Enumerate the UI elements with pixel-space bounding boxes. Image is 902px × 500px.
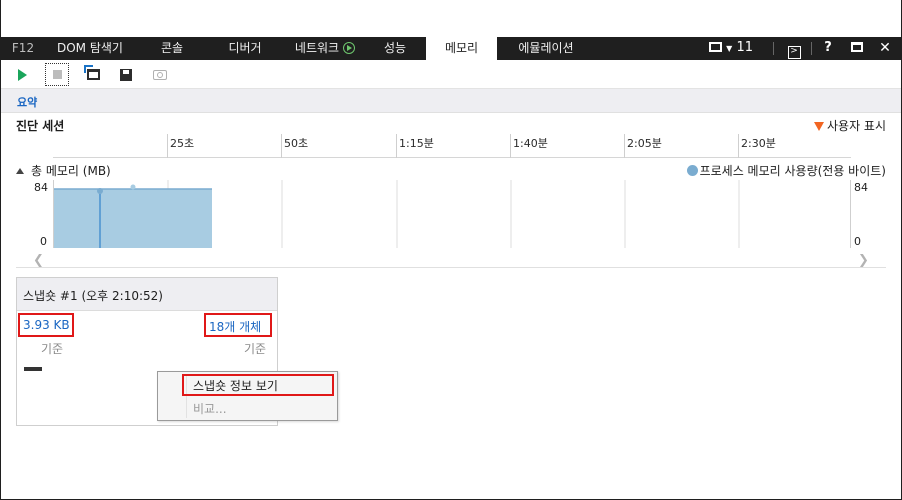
snapshot-context-menu: 스냅숏 정보 보기 비교... [157, 371, 338, 421]
devtools-tab-bar: F12 DOM 탐색기 콘솔 디버거 네트워크 성능 메모리 에뮬레이션 ▼ 1… [1, 37, 901, 60]
memory-chart-svg [54, 180, 740, 248]
target-count: 11 [736, 40, 753, 55]
undock-button[interactable] [847, 37, 867, 60]
scroll-right-icon[interactable]: ❯ [858, 253, 869, 268]
menu-item-compare[interactable]: 비교... [193, 400, 227, 417]
scroll-left-icon[interactable]: ❮ [33, 253, 44, 268]
toolbar-separator [773, 42, 774, 55]
tab-dom-explorer[interactable]: DOM 탐색기 [51, 37, 129, 60]
tab-console[interactable]: 콘솔 [153, 37, 191, 60]
user-marks-toggle[interactable]: 사용자 표시 [813, 117, 886, 134]
ruler-label: 50초 [284, 137, 309, 150]
snapshot-marker-dot[interactable] [130, 184, 136, 190]
save-icon [120, 68, 132, 81]
undock-icon [851, 42, 863, 52]
legend-label: 프로세스 메모리 사용량(전용 바이트) [699, 164, 886, 178]
timeline-scrollbar[interactable]: ❮ ❯ [16, 250, 886, 268]
ruler-tick [281, 134, 282, 158]
ruler-tick [167, 134, 168, 158]
session-title: 진단 세션 [16, 119, 65, 133]
snapshot-thumbnail [24, 367, 42, 371]
y-axis-min-right: 0 [854, 235, 861, 248]
ruler-tick [396, 134, 397, 158]
tab-network-label: 네트워크 [294, 41, 340, 55]
import-button[interactable] [81, 63, 105, 86]
stop-icon [52, 70, 62, 79]
f12-label: F12 [11, 41, 35, 55]
memory-area [54, 189, 212, 248]
tab-debugger[interactable]: 디버거 [223, 37, 267, 60]
y-axis-min-left: 0 [40, 235, 47, 248]
tab-network[interactable]: 네트워크 [289, 37, 361, 60]
user-mark-icon [813, 122, 824, 131]
size-highlight-box [18, 313, 74, 337]
ruler-label: 2:05분 [627, 137, 662, 150]
ruler-label: 2:30분 [741, 137, 776, 150]
objects-highlight-box [204, 313, 272, 337]
snapshot-marker-dot[interactable] [97, 188, 103, 194]
ruler-label: 1:15분 [399, 137, 434, 150]
summary-band: 요약 [1, 89, 901, 113]
tab-performance[interactable]: 성능 [377, 37, 413, 60]
memory-legend: 프로세스 메모리 사용량(전용 바이트) [686, 162, 886, 179]
close-icon: ✕ [879, 40, 891, 56]
help-button[interactable]: ? [819, 37, 837, 60]
tab-memory[interactable]: 메모리 [426, 37, 497, 60]
total-memory-header[interactable]: 총 메모리 (MB) [16, 162, 111, 179]
user-marks-label: 사용자 표시 [826, 119, 886, 133]
menu-highlight-box [182, 374, 334, 396]
start-profiling-button[interactable] [10, 63, 34, 86]
y-axis-max-left: 84 [34, 181, 48, 194]
camera-icon [153, 69, 167, 80]
monitor-icon [709, 42, 722, 52]
tab-emulation[interactable]: 에뮬레이션 [509, 37, 583, 60]
network-record-icon [343, 42, 356, 54]
collapse-icon [16, 168, 24, 174]
summary-link[interactable]: 요약 [17, 94, 37, 110]
ruler-tick [510, 134, 511, 158]
memory-toolbar [1, 60, 901, 89]
play-icon [17, 68, 27, 81]
dropdown-caret-icon: ▼ [726, 44, 733, 53]
memory-usage-chart[interactable] [53, 180, 851, 248]
ruler-label: 25초 [170, 137, 195, 150]
snapshot-title: 스냅숏 #1 (오후 2:10:52) [17, 278, 277, 311]
take-snapshot-button[interactable] [148, 63, 172, 86]
console-toggle-button[interactable]: > [785, 37, 803, 60]
y-axis-max-right: 84 [854, 181, 868, 194]
legend-dot-icon [686, 165, 698, 176]
import-icon [83, 65, 100, 80]
size-baseline-label: 기준 [41, 342, 64, 356]
ruler-tick [738, 134, 739, 158]
stop-profiling-button[interactable] [45, 63, 69, 86]
total-memory-label: 총 메모리 (MB) [31, 164, 111, 178]
close-button[interactable]: ✕ [875, 37, 895, 60]
toolbar-separator [811, 42, 812, 55]
objects-baseline-label: 기준 [244, 342, 267, 356]
console-prompt-icon: > [787, 46, 801, 59]
time-ruler[interactable]: 25초 50초 1:15분 1:40분 2:05분 2:30분 [53, 134, 851, 158]
ruler-label: 1:40분 [513, 137, 548, 150]
export-button[interactable] [114, 63, 138, 86]
target-picker[interactable]: ▼ 11 [707, 37, 755, 60]
ruler-tick [624, 134, 625, 158]
